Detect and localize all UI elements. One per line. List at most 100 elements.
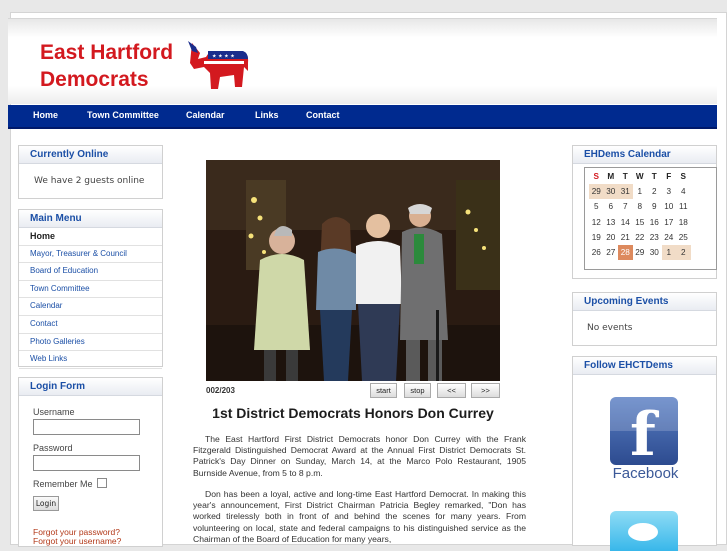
calendar-day[interactable]: 9: [647, 199, 662, 214]
day-header: S: [680, 172, 686, 182]
day-header: S: [593, 172, 599, 182]
remember-me-label: Remember Me: [33, 479, 93, 489]
follow-module: Follow EHCTDems f Facebook: [572, 356, 718, 551]
calendar-day[interactable]: 1: [661, 244, 676, 261]
follow-title: Follow EHCTDems: [573, 357, 716, 375]
gallery-counter: 002/203: [206, 386, 235, 395]
menu-item-photo-galleries[interactable]: Photo Galleries: [19, 334, 162, 352]
menu-item-town-committee[interactable]: Town Committee: [19, 281, 162, 299]
article-title[interactable]: 1st District Democrats Honors Don Currey: [168, 405, 538, 421]
calendar-day[interactable]: 8: [633, 199, 648, 214]
main-navbar: Home Town Committee Calendar Links Conta…: [8, 105, 717, 129]
calendar-week: 26 27 28 29 30 1 2: [589, 244, 691, 261]
menu-item-web-links[interactable]: Web Links: [19, 351, 162, 369]
calendar-day[interactable]: 24: [662, 230, 677, 245]
gallery-start-button[interactable]: start: [370, 383, 397, 398]
day-header: M: [607, 172, 615, 182]
calendar-day[interactable]: 22: [633, 230, 648, 245]
calendar-day[interactable]: 7: [618, 199, 633, 214]
nav-contact[interactable]: Contact: [306, 110, 340, 120]
calendar-day[interactable]: 6: [604, 199, 619, 214]
calendar-day[interactable]: 29: [633, 245, 648, 260]
site-header: East Hartford Democrats ★ ★ ★ ★: [8, 18, 717, 104]
password-input[interactable]: [33, 455, 140, 471]
svg-text:★ ★ ★ ★: ★ ★ ★ ★: [212, 54, 235, 60]
menu-item-home[interactable]: Home: [19, 228, 162, 246]
calendar-day[interactable]: 5: [589, 199, 604, 214]
username-input[interactable]: [33, 419, 140, 435]
calendar-day[interactable]: 2: [676, 244, 691, 261]
menu-item-contact[interactable]: Contact: [19, 316, 162, 334]
menu-item-calendar[interactable]: Calendar: [19, 298, 162, 316]
calendar-day[interactable]: 29: [589, 184, 604, 200]
calendar-day[interactable]: 10: [662, 199, 677, 214]
nav-home[interactable]: Home: [33, 110, 58, 120]
calendar-day[interactable]: 19: [589, 230, 604, 245]
calendar-day[interactable]: 16: [647, 215, 662, 230]
logo-line-1: East Hartford: [40, 41, 174, 64]
calendar-week: 12 13 14 15 16 17 18: [589, 215, 691, 230]
calendar-day-today[interactable]: 28: [618, 244, 633, 261]
calendar-day[interactable]: 31: [618, 184, 633, 200]
calendar-header-row: S M T W T F S: [589, 169, 691, 184]
gallery-photo[interactable]: [206, 160, 500, 381]
calendar-grid: S M T W T F S 29 30 31 1 2 3 4 5 6 7 8 9…: [589, 169, 691, 261]
day-header: T: [651, 172, 657, 182]
calendar-week: 19 20 21 22 23 24 25: [589, 230, 691, 245]
democrat-donkey-logo-icon: ★ ★ ★ ★: [188, 41, 249, 89]
calendar-day[interactable]: 14: [618, 215, 633, 230]
currently-online-text: We have 2 guests online: [34, 176, 145, 186]
calendar-day[interactable]: 1: [633, 184, 648, 199]
main-menu-module: Main Menu Home Mayor, Treasurer & Counci…: [18, 209, 163, 369]
menu-item-mayor-council[interactable]: Mayor, Treasurer & Council: [19, 246, 162, 264]
calendar-day[interactable]: 12: [589, 215, 604, 230]
login-button[interactable]: Login: [33, 496, 59, 511]
calendar-day[interactable]: 27: [604, 245, 619, 260]
article-paragraph-1: The East Hartford First District Democra…: [193, 434, 526, 478]
calendar-day[interactable]: 13: [604, 215, 619, 230]
calendar-day[interactable]: 11: [676, 199, 691, 214]
gallery-photo-image: [206, 160, 500, 381]
calendar-title: EHDems Calendar: [573, 146, 716, 164]
day-header: W: [635, 172, 644, 182]
currently-online-module: Currently Online We have 2 guests online: [18, 145, 163, 199]
calendar-day[interactable]: 15: [633, 215, 648, 230]
username-label: Username: [33, 407, 75, 417]
calendar-day[interactable]: 2: [647, 184, 662, 199]
calendar-day[interactable]: 23: [647, 230, 662, 245]
menu-item-board-of-education[interactable]: Board of Education: [19, 263, 162, 281]
login-form-title: Login Form: [19, 378, 162, 396]
nav-calendar[interactable]: Calendar: [186, 110, 225, 120]
nav-links[interactable]: Links: [255, 110, 279, 120]
calendar-day[interactable]: 3: [662, 184, 677, 199]
calendar-day[interactable]: 18: [676, 215, 691, 230]
calendar-day[interactable]: 25: [676, 230, 691, 245]
currently-online-title: Currently Online: [19, 146, 162, 164]
calendar-day[interactable]: 4: [676, 184, 691, 199]
facebook-label[interactable]: Facebook: [573, 465, 718, 482]
calendar-day[interactable]: 21: [618, 230, 633, 245]
calendar-day[interactable]: 20: [604, 230, 619, 245]
calendar-week: 29 30 31 1 2 3 4: [589, 184, 691, 200]
article-paragraph-2: Don has been a loyal, active and long-ti…: [193, 489, 526, 544]
facebook-icon[interactable]: f: [610, 397, 678, 465]
gallery-previous-button[interactable]: <<: [437, 383, 466, 398]
calendar-day[interactable]: 26: [589, 245, 604, 260]
calendar-module: EHDems Calendar S M T W T F S 29 30 31 1…: [572, 145, 717, 279]
upcoming-events-text: No events: [587, 323, 633, 333]
site-logo-text[interactable]: East Hartford Democrats: [40, 39, 173, 93]
remember-me-checkbox[interactable]: [97, 478, 107, 488]
calendar-day[interactable]: 17: [662, 215, 677, 230]
gallery-next-button[interactable]: >>: [471, 383, 500, 398]
upcoming-events-module: Upcoming Events No events: [572, 292, 717, 346]
gallery-stop-button[interactable]: stop: [404, 383, 431, 398]
day-header: F: [666, 172, 672, 182]
calendar-day[interactable]: 30: [647, 245, 662, 260]
calendar-day[interactable]: 30: [603, 184, 618, 200]
logo-line-2: Democrats: [40, 68, 149, 91]
main-menu-title: Main Menu: [19, 210, 162, 228]
twitter-icon[interactable]: [610, 511, 678, 551]
nav-town-committee[interactable]: Town Committee: [87, 110, 159, 120]
login-form-module: Login Form Username Password Remember Me…: [18, 377, 163, 547]
password-label: Password: [33, 443, 73, 453]
